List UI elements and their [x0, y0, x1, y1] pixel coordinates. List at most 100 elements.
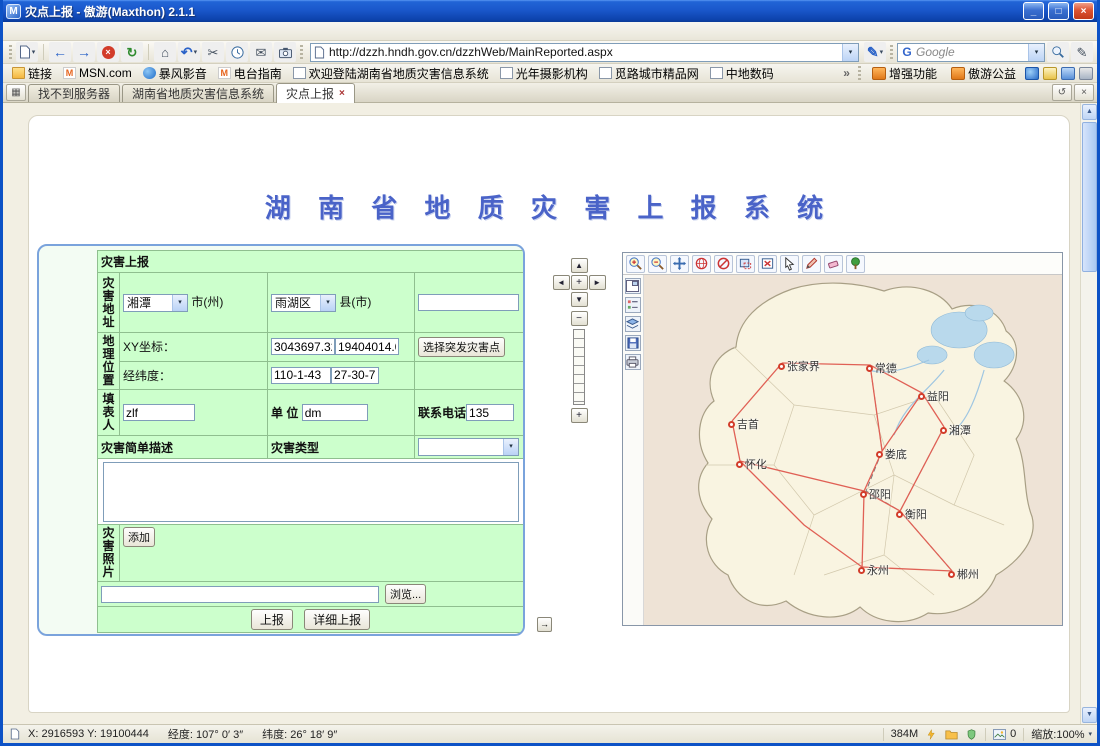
address-input[interactable]: http://dzzh.hndh.gov.cn/dzzhWeb/MainRepo… — [325, 45, 842, 59]
address-detail-input[interactable] — [418, 294, 519, 311]
download-manager-icon[interactable] — [1061, 67, 1075, 80]
x-coordinate-input[interactable] — [271, 338, 335, 355]
back-button[interactable]: ← — [49, 42, 71, 62]
add-photo-button[interactable]: 添加 — [123, 527, 155, 547]
reporter-input[interactable] — [123, 404, 195, 421]
links-overflow-chevron[interactable]: » — [841, 66, 852, 80]
measure-button[interactable] — [802, 255, 821, 273]
downloads-folder-icon[interactable] — [945, 728, 958, 741]
search-input[interactable]: Google — [913, 45, 1028, 59]
clear-selection-button[interactable] — [758, 255, 777, 273]
pan-center-button[interactable]: + — [571, 275, 588, 290]
links-bar-link[interactable]: 光年摄影机构 — [495, 64, 593, 83]
minimize-button[interactable]: _ — [1023, 2, 1044, 20]
map-city-marker[interactable]: 郴州 — [948, 566, 979, 582]
legend-button[interactable] — [625, 297, 641, 313]
browser-tab[interactable]: 灾点上报 × — [276, 83, 355, 103]
address-dropdown-button[interactable]: ▾ — [842, 44, 858, 61]
stop-button[interactable]: × — [97, 42, 119, 62]
full-extent-button[interactable] — [692, 255, 711, 273]
refresh-button[interactable]: ↻ — [121, 42, 143, 62]
pick-disaster-point-button[interactable]: 选择突发灾害点 — [418, 337, 505, 357]
mute-icon[interactable] — [1079, 67, 1093, 80]
links-bar-tool[interactable]: 增强功能 — [867, 64, 942, 83]
tab-menu-button[interactable]: × — [1074, 84, 1094, 101]
map-city-marker[interactable]: 益阳 — [918, 388, 949, 404]
county-select[interactable]: 雨湖区 ▾ — [271, 294, 336, 312]
world-icon[interactable] — [1025, 67, 1039, 80]
map-city-marker[interactable]: 张家界 — [778, 358, 820, 374]
zoom-out-button[interactable] — [648, 255, 667, 273]
security-shield-icon[interactable] — [965, 728, 978, 741]
links-bar-link[interactable]: 中地数码 — [705, 64, 779, 83]
menu-item[interactable] — [7, 29, 23, 33]
snapshot-button[interactable] — [274, 42, 296, 62]
map-city-marker[interactable]: 常德 — [866, 360, 897, 376]
boost-icon[interactable] — [925, 728, 938, 741]
magic-fill-button[interactable]: ✎ ▾ — [864, 42, 886, 62]
identify-button[interactable] — [780, 255, 799, 273]
undo-button[interactable]: ↶ ▾ — [178, 42, 200, 62]
print-map-button[interactable] — [625, 354, 641, 370]
links-bar-link[interactable]: 觅路城市精品网 — [594, 64, 704, 83]
browse-button[interactable]: 浏览... — [385, 584, 426, 604]
menu-item[interactable] — [39, 29, 55, 33]
links-bar-link[interactable]: 欢迎登陆湖南省地质灾害信息系统 — [288, 64, 494, 83]
tab-close-icon[interactable]: × — [339, 88, 345, 99]
map-city-marker[interactable]: 吉首 — [728, 416, 759, 432]
links-bar-tool[interactable]: 傲游公益 — [946, 64, 1021, 83]
zoom-control[interactable]: 缩放:100% ▾ — [1031, 726, 1092, 742]
eraser-button[interactable] — [824, 255, 843, 273]
search-button[interactable] — [1047, 42, 1069, 62]
pan-left-button[interactable]: ◄ — [553, 275, 570, 290]
collapse-form-panel-button[interactable]: → — [537, 617, 552, 632]
save-map-button[interactable] — [625, 335, 641, 351]
unit-input[interactable] — [302, 404, 368, 421]
disaster-type-select[interactable]: ▾ — [418, 438, 519, 456]
submit-report-button[interactable]: 上报 — [251, 609, 293, 630]
search-engine-dropdown[interactable]: ▾ — [1028, 44, 1044, 61]
reopen-closed-tab-button[interactable]: ↺ — [1052, 84, 1072, 101]
zoom-slider[interactable] — [573, 329, 585, 405]
snip-button[interactable]: ✂ — [202, 42, 224, 62]
zoom-out-step-button[interactable]: − — [571, 311, 588, 326]
pan-tool-button[interactable] — [670, 255, 689, 273]
y-coordinate-input[interactable] — [335, 338, 399, 355]
map-city-marker[interactable]: 邵阳 — [860, 486, 891, 502]
toolbar-grip[interactable] — [890, 45, 893, 59]
select-rectangle-button[interactable] — [736, 255, 755, 273]
map-view[interactable]: 张家界 常德 益阳 吉首 — [644, 275, 1062, 625]
previous-view-button[interactable] — [714, 255, 733, 273]
image-filter-group[interactable]: 0 — [993, 728, 1016, 741]
menu-item[interactable] — [55, 29, 71, 33]
tab-list-button[interactable]: ▦ — [6, 84, 26, 101]
menu-item[interactable] — [87, 29, 103, 33]
page-scrollbar[interactable]: ▲ ▼ — [1080, 103, 1097, 724]
links-bar-link[interactable]: 链接 — [7, 64, 57, 83]
zoom-in-button[interactable] — [626, 255, 645, 273]
zoom-in-step-button[interactable]: + — [571, 408, 588, 423]
close-button[interactable]: × — [1073, 2, 1094, 20]
highlight-button[interactable]: ✎ — [1071, 42, 1093, 62]
map-city-marker[interactable]: 怀化 — [736, 456, 767, 472]
longitude-input[interactable] — [271, 367, 331, 384]
map-city-marker[interactable]: 娄底 — [876, 446, 907, 462]
history-button[interactable] — [226, 42, 248, 62]
latitude-input[interactable] — [331, 367, 379, 384]
toolbar-grip[interactable] — [858, 66, 861, 80]
city-select[interactable]: 湘潭 ▾ — [123, 294, 188, 312]
browser-tab[interactable]: 找不到服务器 × — [28, 84, 120, 102]
forward-button[interactable]: → — [73, 42, 95, 62]
layers-button[interactable] — [625, 316, 641, 332]
browser-tab[interactable]: 湖南省地质灾害信息系统 × — [122, 84, 274, 102]
legend-tree-button[interactable] — [846, 255, 865, 273]
maximize-button[interactable]: □ — [1048, 2, 1069, 20]
photo-file-input[interactable] — [101, 586, 379, 603]
overview-map-button[interactable] — [625, 278, 641, 294]
address-bar[interactable]: http://dzzh.hndh.gov.cn/dzzhWeb/MainRepo… — [310, 43, 859, 62]
pan-down-button[interactable]: ▼ — [571, 292, 588, 307]
links-bar-link[interactable]: 电台指南 — [213, 64, 287, 83]
menu-item[interactable] — [23, 29, 39, 33]
disaster-description-textarea[interactable] — [103, 462, 519, 522]
new-page-button[interactable]: ▾ — [16, 42, 38, 62]
